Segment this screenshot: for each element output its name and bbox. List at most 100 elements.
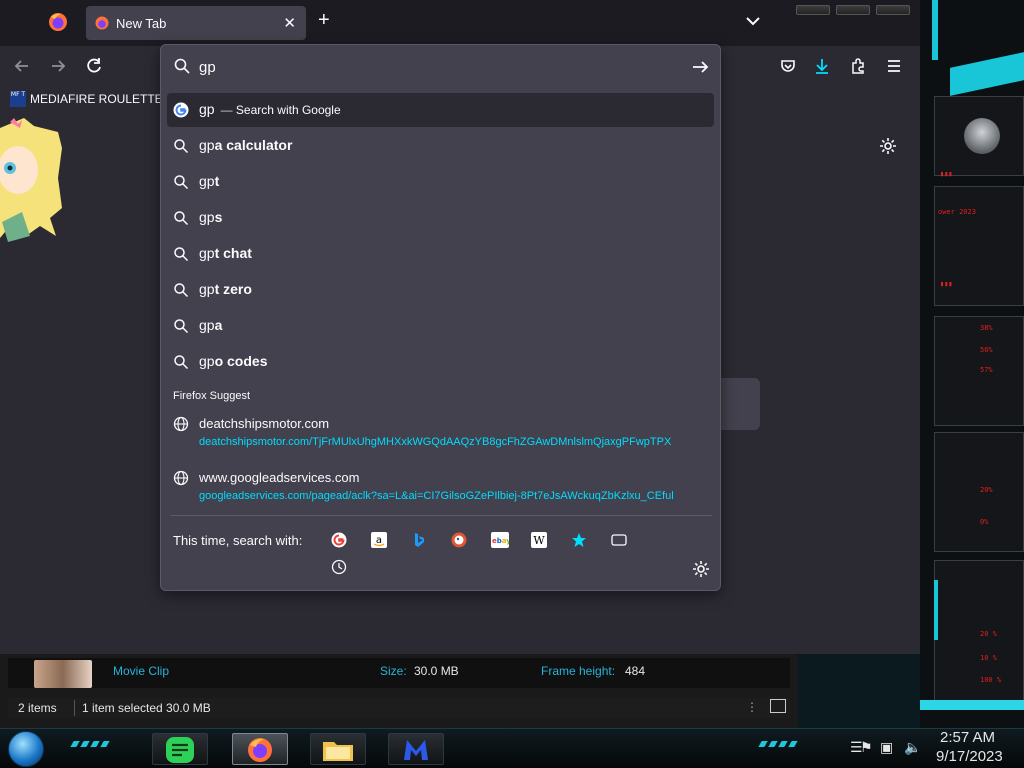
google-icon[interactable] <box>327 528 351 552</box>
result-typed: gp <box>199 209 215 225</box>
suggest-title: www.googleadservices.com <box>199 470 360 485</box>
ebay-icon[interactable]: ebay <box>487 528 511 552</box>
action-center-flag-icon[interactable]: ⚑ <box>860 739 873 756</box>
taskbar-decoration <box>70 741 110 747</box>
selection-info: 1 item selected 30.0 MB <box>82 701 211 715</box>
result-completion: t chat <box>214 245 252 261</box>
result-completion: a <box>214 317 223 333</box>
search-icon <box>174 319 189 334</box>
volume-icon[interactable]: 🔈 <box>904 739 921 756</box>
back-icon[interactable] <box>12 56 32 76</box>
suggest-item[interactable]: www.googleadservices.com googleadservice… <box>167 465 714 509</box>
details-view-icon[interactable]: ⋮ <box>746 700 758 714</box>
file-type: Movie Clip <box>113 664 170 678</box>
firefox-icon <box>95 16 109 30</box>
result-completion: a calculator <box>214 137 293 153</box>
clock-date[interactable]: 9/17/2023 <box>936 748 1003 765</box>
preview-pane-icon[interactable] <box>770 699 786 713</box>
google-icon <box>173 102 189 118</box>
bookmarks-star-icon[interactable] <box>567 528 591 552</box>
details-pane: Movie Clip Size: 30.0 MB Frame height: 4… <box>8 658 790 688</box>
malwarebytes-icon <box>404 740 428 760</box>
result-suggestion[interactable]: gpo codes <box>167 345 714 379</box>
history-icon[interactable] <box>327 555 351 579</box>
amazon-icon[interactable]: a <box>367 528 391 552</box>
result-suggestion[interactable]: gps <box>167 201 714 235</box>
suggest-item[interactable]: deatchshipsmotor.com deatchshipsmotor.co… <box>167 411 714 455</box>
start-button[interactable] <box>8 731 44 767</box>
urlbar-input[interactable] <box>199 55 679 79</box>
taskbar-app-file-explorer[interactable] <box>310 733 366 765</box>
notes-app-icon <box>166 737 194 763</box>
urlbar-dropdown: gp— Search with Google gpa calculator gp… <box>160 44 721 591</box>
search-icon <box>174 58 190 74</box>
network-icon[interactable]: ▣ <box>880 739 893 756</box>
page-search-box[interactable] <box>716 378 760 430</box>
result-suggestion[interactable]: gpa <box>167 309 714 343</box>
minimize-button[interactable] <box>796 5 830 15</box>
menu-icon[interactable] <box>884 56 904 76</box>
result-suggestion[interactable]: gpt chat <box>167 237 714 271</box>
gear-icon[interactable] <box>691 559 711 579</box>
svg-text:ebay: ebay <box>492 537 509 545</box>
duckduckgo-icon[interactable] <box>447 528 471 552</box>
result-typed: gp <box>199 173 215 189</box>
search-icon <box>174 139 189 154</box>
new-tab-button[interactable]: + <box>318 10 330 30</box>
divider <box>171 515 712 516</box>
status-bar: 2 items 1 item selected 30.0 MB ⋮ <box>8 698 790 718</box>
desktop-wallpaper: ▮▮▮ ower 2023 ▮▮▮ 38% 56% 57% 20% 0% 20 … <box>920 0 1024 728</box>
size-value: 30.0 MB <box>414 664 459 678</box>
close-window-button[interactable] <box>876 5 910 15</box>
close-icon[interactable]: ✕ <box>283 14 296 32</box>
result-completion: t <box>214 173 220 189</box>
size-label: Size: <box>380 664 407 678</box>
gear-icon[interactable] <box>878 136 898 156</box>
bing-icon[interactable] <box>407 528 431 552</box>
tabs-icon[interactable] <box>607 528 631 552</box>
item-count: 2 items <box>18 701 57 715</box>
tab-title: New Tab <box>116 16 167 31</box>
one-off-label: This time, search with: <box>173 533 303 548</box>
pocket-icon[interactable] <box>778 56 798 76</box>
tab-new-tab[interactable]: New Tab ✕ <box>86 6 306 40</box>
tab-strip: New Tab ✕ + <box>0 0 920 46</box>
search-icon <box>174 355 189 370</box>
wallpaper-character-image <box>0 118 62 242</box>
result-suggestion[interactable]: gpa calculator <box>167 129 714 163</box>
result-typed: gp <box>199 317 215 333</box>
search-icon <box>174 211 189 226</box>
window-controls <box>790 2 918 18</box>
globe-icon <box>173 470 189 486</box>
chevron-down-icon[interactable] <box>744 12 762 30</box>
taskbar-app-firefox[interactable] <box>232 733 288 765</box>
clock-time[interactable]: 2:57 AM <box>940 729 995 746</box>
alien-head-icon <box>964 118 1000 154</box>
result-typed: gp <box>199 137 215 153</box>
maximize-button[interactable] <box>836 5 870 15</box>
wikipedia-icon[interactable]: W <box>527 528 551 552</box>
result-typed: gp <box>199 281 215 297</box>
firefox-icon[interactable] <box>46 10 70 34</box>
result-suggestion[interactable]: gpt <box>167 165 714 199</box>
result-typed: gp <box>199 353 215 369</box>
extensions-icon[interactable] <box>848 56 868 76</box>
result-search-with-google[interactable]: gp — Search with Google <box>167 93 714 127</box>
firefox-suggest-heading: Firefox Suggest <box>173 390 251 402</box>
search-icon <box>174 175 189 190</box>
taskbar-app-notes[interactable] <box>152 733 208 765</box>
download-icon[interactable] <box>812 56 832 76</box>
video-thumbnail[interactable] <box>34 660 92 688</box>
urlbar <box>161 45 720 89</box>
folder-icon <box>323 742 353 761</box>
reload-icon[interactable] <box>84 56 104 76</box>
forward-icon[interactable] <box>48 56 68 76</box>
suggest-title: deatchshipsmotor.com <box>199 416 330 431</box>
result-suggestion[interactable]: gpt zero <box>167 273 714 307</box>
globe-icon <box>173 416 189 432</box>
taskbar-app-malwarebytes[interactable] <box>388 733 444 765</box>
result-completion: t zero <box>214 281 252 297</box>
taskbar: ☰ ⚑ ▣ 🔈 2:57 AM 9/17/2023 <box>0 728 1024 768</box>
svg-text:W: W <box>533 534 545 547</box>
go-arrow-icon[interactable] <box>690 57 710 77</box>
